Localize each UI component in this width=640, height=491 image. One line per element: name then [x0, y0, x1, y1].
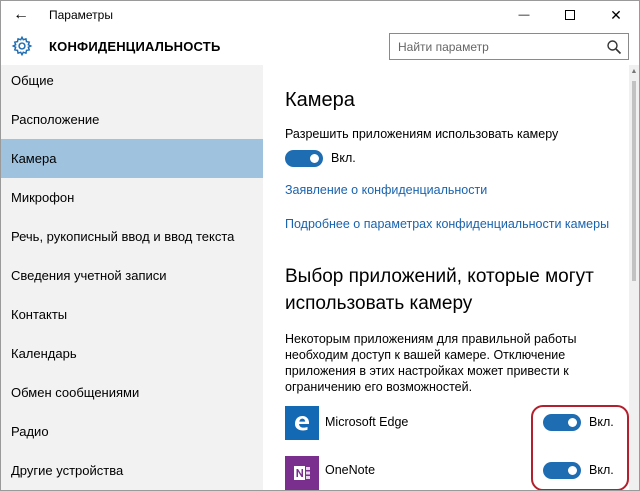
close-icon: ✕	[610, 6, 622, 23]
scroll-up-icon[interactable]: ▲	[629, 67, 639, 77]
sidebar-item-label: Речь, рукописный ввод и ввод текста	[11, 229, 235, 244]
sidebar: Общие Расположение Камера Микрофон Речь,…	[1, 65, 263, 490]
sidebar-item-location[interactable]: Расположение	[1, 100, 263, 139]
back-button[interactable]: ←	[1, 1, 41, 29]
sidebar-item-label: Сведения учетной записи	[11, 268, 167, 283]
allow-camera-toggle[interactable]	[285, 150, 323, 167]
page-title: КОНФИДЕНЦИАЛЬНОСТЬ	[49, 39, 221, 54]
sidebar-item-label: Календарь	[11, 346, 77, 361]
camera-privacy-more-link[interactable]: Подробнее о параметрах конфиденциальност…	[285, 217, 609, 231]
sidebar-item-label: Общие	[11, 73, 54, 88]
search-input[interactable]	[390, 34, 600, 59]
gear-icon	[11, 35, 33, 57]
sidebar-item-other-devices[interactable]: Другие устройства	[1, 451, 263, 490]
page-header: КОНФИДЕНЦИАЛЬНОСТЬ	[1, 29, 639, 65]
apps-section-heading: Выбор приложений, которые могут использо…	[285, 266, 594, 314]
sidebar-item-calendar[interactable]: Календарь	[1, 334, 263, 373]
sidebar-item-general[interactable]: Общие	[1, 61, 263, 100]
sidebar-item-camera[interactable]: Камера	[1, 139, 263, 178]
allow-camera-toggle-label: Вкл.	[331, 151, 356, 165]
search-box[interactable]	[389, 33, 629, 60]
onenote-logo-glyph	[294, 466, 310, 480]
maximize-icon	[565, 10, 575, 20]
close-button[interactable]: ✕	[593, 1, 639, 29]
sidebar-item-microphone[interactable]: Микрофон	[1, 178, 263, 217]
allow-apps-label: Разрешить приложениям использовать камер…	[285, 127, 559, 141]
maximize-button[interactable]	[547, 1, 593, 29]
sidebar-item-label: Камера	[11, 151, 57, 166]
settings-window: ← Параметры — ✕ КОНФИДЕНЦИАЛЬНОСТЬ Найти…	[0, 0, 640, 491]
sidebar-item-label: Радио	[11, 424, 49, 439]
sidebar-item-label: Расположение	[11, 112, 100, 127]
apps-description: Некоторым приложениям для правильной раб…	[285, 332, 577, 394]
sidebar-item-label: Другие устройства	[11, 463, 124, 478]
section-heading: Камера	[285, 89, 355, 111]
app-name-edge: Microsoft Edge	[325, 415, 409, 429]
sidebar-item-contacts[interactable]: Контакты	[1, 295, 263, 334]
search-icon[interactable]	[606, 39, 622, 55]
sidebar-item-speech[interactable]: Речь, рукописный ввод и ввод текста	[1, 217, 263, 256]
sidebar-item-label: Обмен сообщениями	[11, 385, 140, 400]
app-name-onenote: OneNote	[325, 463, 376, 477]
sidebar-item-label: Микрофон	[11, 190, 75, 205]
edge-logo-glyph	[295, 416, 309, 431]
title-bar: ← Параметры — ✕	[1, 1, 639, 29]
edge-icon	[285, 406, 319, 440]
scroll-thumb[interactable]	[632, 81, 636, 281]
onenote-icon	[285, 456, 319, 490]
privacy-statement-link[interactable]: Заявление о конфиденциальности	[285, 183, 487, 197]
back-arrow-icon: ←	[13, 6, 29, 23]
sidebar-item-label: Контакты	[11, 307, 68, 322]
main-scrollbar[interactable]: ▲	[629, 65, 639, 490]
sidebar-item-messaging[interactable]: Обмен сообщениями	[1, 373, 263, 412]
window-title: Параметры	[49, 8, 113, 22]
sidebar-item-account-info[interactable]: Сведения учетной записи	[1, 256, 263, 295]
minimize-icon: —	[518, 9, 530, 21]
sidebar-item-radio[interactable]: Радио	[1, 412, 263, 451]
annotation-highlight-ring	[531, 405, 629, 490]
minimize-button[interactable]: —	[501, 1, 547, 29]
